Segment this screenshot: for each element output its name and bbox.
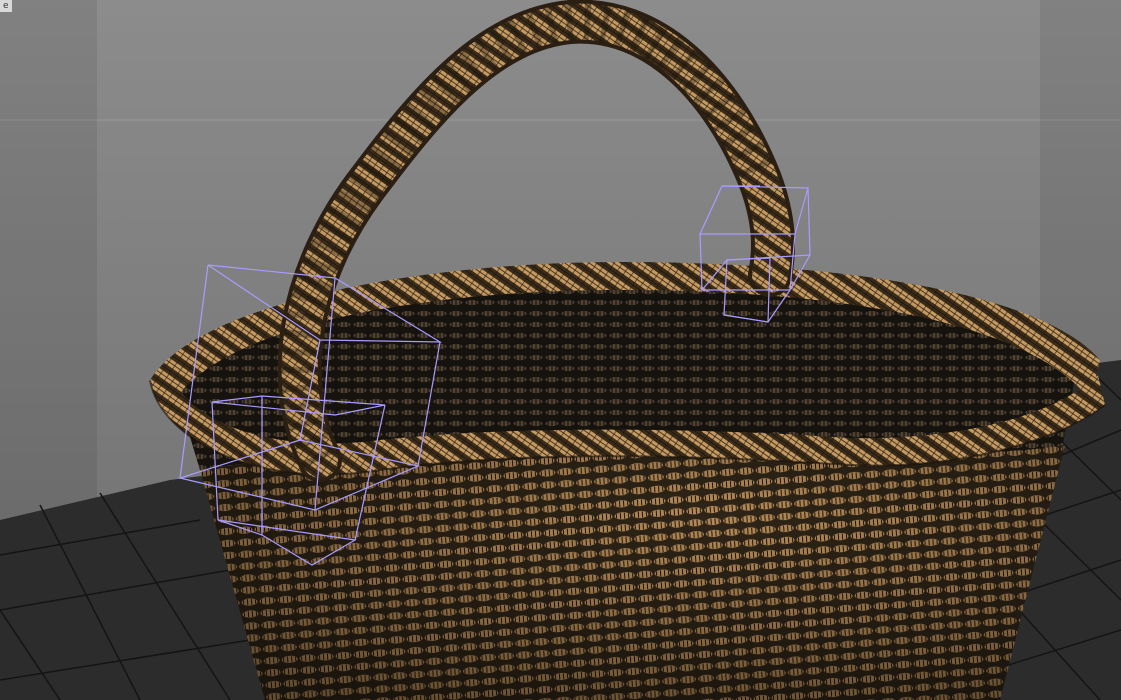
3d-viewport[interactable]: e	[0, 0, 1121, 700]
viewport-scene[interactable]	[0, 0, 1121, 700]
viewport-corner-label[interactable]: e	[0, 0, 12, 12]
